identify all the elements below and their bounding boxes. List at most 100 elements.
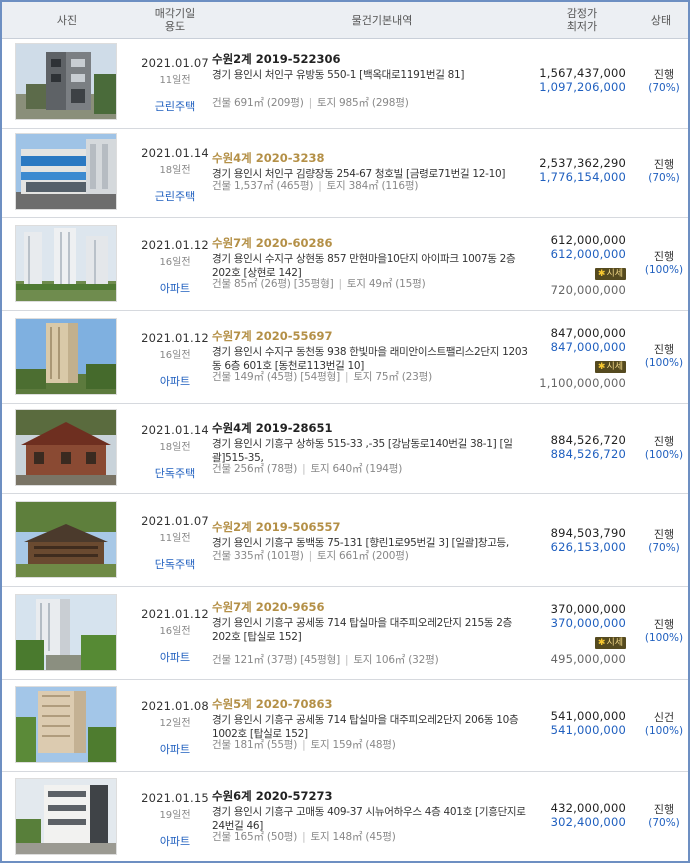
status-text: 진행 xyxy=(653,803,675,816)
appraisal-price: 847,000,000 xyxy=(550,326,626,340)
property-photo[interactable] xyxy=(15,686,117,763)
area-info: 건물 165㎡ (50평) | 토지 148㎡ (45평) xyxy=(212,831,396,843)
status-cell: 진행 (100%) xyxy=(639,248,688,276)
land-area: 토지 384㎡ (116평) xyxy=(326,180,419,192)
minimum-price: 370,000,000 xyxy=(550,616,626,630)
header-basic-info: 물건기본내역 xyxy=(351,13,413,27)
property-photo[interactable] xyxy=(15,778,117,855)
listing-row[interactable]: 2021.01.08 12일전 아파트 수원5계 2020-70863 경기 용… xyxy=(2,680,688,772)
property-photo[interactable] xyxy=(15,501,117,578)
market-price: 720,000,000 xyxy=(550,283,626,297)
listing-row[interactable]: 2021.01.15 19일전 아파트 수원6계 2020-57273 경기 용… xyxy=(2,772,688,861)
land-area: 토지 985㎡ (298평) xyxy=(316,97,409,109)
price-cell: 612,000,000 612,000,000 ✱시세 720,000,000 xyxy=(476,233,626,297)
building-area: 건물 1,537㎡ (465평) xyxy=(212,180,314,192)
status-text: 진행 xyxy=(653,68,675,81)
market-price-badge[interactable]: ✱시세 xyxy=(594,361,626,373)
land-area: 토지 661㎡ (200평) xyxy=(316,550,409,562)
market-price-badge[interactable]: ✱시세 xyxy=(594,637,626,649)
minimum-price: 1,776,154,000 xyxy=(539,170,626,184)
appraisal-price: 432,000,000 xyxy=(550,801,626,815)
auction-list: 사진 매각기일 용도 물건기본내역 감정가 최저가 상태 2021.01.07 … xyxy=(0,0,690,863)
area-info: 건물 85㎡ (26평) [35평형] | 토지 49㎡ (15평) xyxy=(212,278,426,290)
minimum-price: 302,400,000 xyxy=(550,815,626,829)
header-photo: 사진 xyxy=(56,13,78,27)
status-percent: (70%) xyxy=(648,82,680,94)
price-cell: 847,000,000 847,000,000 ✱시세 1,100,000,00… xyxy=(476,326,626,390)
status-percent: (100%) xyxy=(644,357,684,369)
status-text: 진행 xyxy=(653,250,675,263)
land-area: 토지 159㎡ (48평) xyxy=(310,739,396,751)
minimum-price: 884,526,720 xyxy=(550,447,626,461)
building-area: 건물 691㎡ (209평) xyxy=(212,97,304,109)
area-info: 건물 1,537㎡ (465평) | 토지 384㎡ (116평) xyxy=(212,180,419,192)
header-date-usage[interactable]: 매각기일 용도 xyxy=(120,2,230,38)
appraisal-price: 2,537,362,290 xyxy=(539,156,626,170)
area-info: 건물 149㎡ (45평) [54평형] | 토지 75㎡ (23평) xyxy=(212,371,432,383)
status-cell: 진행 (70%) xyxy=(639,156,688,184)
price-cell: 432,000,000 302,400,000 xyxy=(476,801,626,829)
building-area: 건물 121㎡ (37평) [45평형] xyxy=(212,654,340,666)
building-area: 건물 149㎡ (45평) [54평형] xyxy=(212,371,340,383)
appraisal-price: 612,000,000 xyxy=(550,233,626,247)
header-status: 상태 xyxy=(650,13,672,27)
listing-row[interactable]: 2021.01.12 16일전 아파트 수원7계 2020-60286 경기 용… xyxy=(2,218,688,311)
price-cell: 1,567,437,000 1,097,206,000 xyxy=(476,66,626,94)
area-info: 건물 181㎡ (55평) | 토지 159㎡ (48평) xyxy=(212,739,396,751)
property-photo[interactable] xyxy=(15,318,117,395)
land-area: 토지 148㎡ (45평) xyxy=(310,831,396,843)
status-percent: (100%) xyxy=(644,449,684,461)
status-percent: (70%) xyxy=(648,542,680,554)
land-area: 토지 106㎡ (32평) xyxy=(353,654,439,666)
star-icon: ✱ xyxy=(597,362,606,372)
status-text: 진행 xyxy=(653,618,675,631)
minimum-price: 612,000,000 xyxy=(550,247,626,261)
listing-row[interactable]: 2021.01.07 11일전 단독주택 수원2계 2019-506557 경기… xyxy=(2,494,688,587)
land-area: 토지 49㎡ (15평) xyxy=(346,278,426,290)
listing-row[interactable]: 2021.01.12 16일전 아파트 수원7계 2020-9656 경기 용인… xyxy=(2,587,688,680)
property-photo[interactable] xyxy=(15,43,117,120)
status-text: 진행 xyxy=(653,343,675,356)
price-cell: 2,537,362,290 1,776,154,000 xyxy=(476,156,626,184)
case-number-link[interactable]: 수원2계 2019-522306 xyxy=(212,51,532,67)
property-photo[interactable] xyxy=(15,225,117,302)
price-cell: 370,000,000 370,000,000 ✱시세 495,000,000 xyxy=(476,602,626,666)
appraisal-price: 884,526,720 xyxy=(550,433,626,447)
listing-row[interactable]: 2021.01.07 11일전 근린주택 수원2계 2019-522306 경기… xyxy=(2,39,688,129)
listing-row[interactable]: 2021.01.12 16일전 아파트 수원7계 2020-55697 경기 용… xyxy=(2,311,688,404)
minimum-price: 541,000,000 xyxy=(550,723,626,737)
status-cell: 진행 (70%) xyxy=(639,801,688,829)
price-cell: 541,000,000 541,000,000 xyxy=(476,709,626,737)
status-percent: (70%) xyxy=(648,817,680,829)
building-area: 건물 335㎡ (101평) xyxy=(212,550,304,562)
listing-row[interactable]: 2021.01.14 18일전 근린주택 수원4계 2020-3238 경기 용… xyxy=(2,129,688,218)
status-percent: (100%) xyxy=(644,264,684,276)
list-header: 사진 매각기일 용도 물건기본내역 감정가 최저가 상태 xyxy=(2,2,688,39)
status-percent: (100%) xyxy=(644,632,684,644)
land-area: 토지 75㎡ (23평) xyxy=(353,371,432,383)
appraisal-price: 541,000,000 xyxy=(550,709,626,723)
minimum-price: 626,153,000 xyxy=(550,540,626,554)
star-icon: ✱ xyxy=(597,638,606,648)
status-text: 신건 xyxy=(653,711,675,724)
status-text: 진행 xyxy=(653,435,675,448)
property-photo[interactable] xyxy=(15,409,117,486)
status-percent: (100%) xyxy=(644,725,684,737)
status-text: 진행 xyxy=(653,158,675,171)
property-photo[interactable] xyxy=(15,594,117,671)
listing-row[interactable]: 2021.01.14 18일전 단독주택 수원4계 2019-28651 경기 … xyxy=(2,404,688,494)
price-cell: 884,526,720 884,526,720 xyxy=(476,433,626,461)
status-cell: 진행 (70%) xyxy=(639,66,688,94)
area-info: 건물 121㎡ (37평) [45평형] | 토지 106㎡ (32평) xyxy=(212,654,439,666)
area-info: 건물 691㎡ (209평) | 토지 985㎡ (298평) xyxy=(212,97,409,109)
building-area: 건물 256㎡ (78평) xyxy=(212,463,298,475)
market-price: 1,100,000,000 xyxy=(539,376,626,390)
status-cell: 진행 (100%) xyxy=(639,341,688,369)
status-text: 진행 xyxy=(653,528,675,541)
appraisal-price: 1,567,437,000 xyxy=(539,66,626,80)
price-cell: 894,503,790 626,153,000 xyxy=(476,526,626,554)
market-price-badge[interactable]: ✱시세 xyxy=(594,268,626,280)
status-cell: 신건 (100%) xyxy=(639,709,688,737)
header-price[interactable]: 감정가 최저가 xyxy=(537,2,627,38)
property-photo[interactable] xyxy=(15,133,117,210)
